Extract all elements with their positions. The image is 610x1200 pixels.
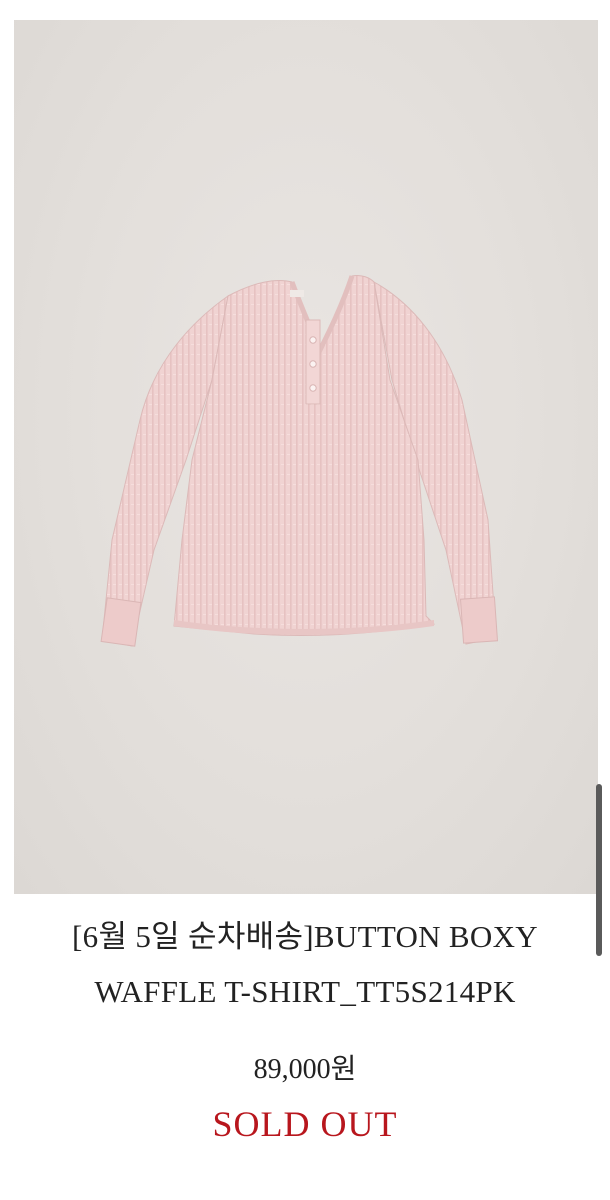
product-price: 89,000원: [253, 1054, 357, 1085]
product-title-line1[interactable]: [6월 5일 순차배송]BUTTON BOXY: [10, 913, 600, 961]
product-title-line2[interactable]: WAFFLE T-SHIRT_TT5S214PK: [10, 968, 600, 1016]
scrollbar[interactable]: [596, 784, 602, 956]
product-image[interactable]: [14, 20, 598, 894]
sold-out-badge: SOLD OUT: [212, 1104, 398, 1144]
waffle-tshirt-illustration: [100, 275, 499, 647]
product-page: [6월 5일 순차배송]BUTTON BOXY WAFFLE T-SHIRT_T…: [0, 0, 610, 1200]
